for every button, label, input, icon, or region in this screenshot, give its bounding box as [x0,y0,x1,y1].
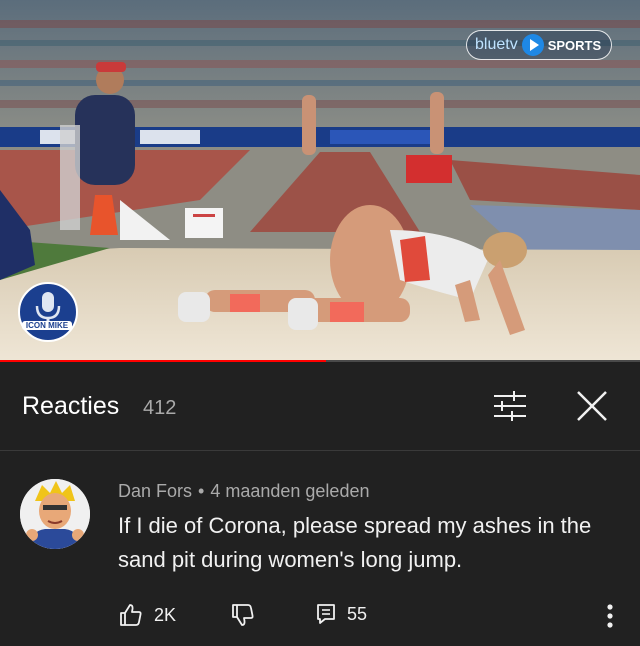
video-player[interactable]: bluetv SPORTS ICON MIKE [0,0,640,362]
broadcaster-watermark: bluetv SPORTS [466,30,613,60]
avatar[interactable] [20,479,90,549]
comments-title: Reacties [22,392,120,420]
channel-logo [18,282,78,342]
microphone-icon [35,292,61,324]
meta-separator: • [198,481,205,501]
reply-count: 55 [347,603,368,624]
watermark-brand: bluetv [475,36,518,53]
close-icon [577,391,607,421]
comments-count: 412 [143,397,177,419]
dislike-button[interactable] [230,602,256,628]
thumb-down-icon [232,604,254,626]
comment-meta: Dan Fors • 4 maanden geleden [118,481,369,502]
video-progress-fill [0,360,327,362]
thumb-up-icon [120,604,142,626]
like-button[interactable]: 2K [118,602,176,628]
channel-logo-text: ICON MIKE [22,321,72,330]
comment-text: If I die of Corona, please spread my ash… [118,513,592,572]
more-vert-icon [607,604,613,628]
video-progress-bar[interactable] [0,360,640,362]
like-count: 2K [154,604,177,625]
reply-icon [317,604,335,624]
play-circle-icon [521,34,544,56]
close-button[interactable] [570,384,614,428]
comment-author[interactable]: Dan Fors [118,481,192,501]
reply-button[interactable]: 55 [315,602,367,626]
comment-actions: 2K 55 [0,596,640,636]
more-options-button[interactable] [598,600,622,632]
comments-header: Reacties 412 [0,364,640,451]
sliders-icon [494,391,526,421]
cartoon-avatar-icon [20,479,90,549]
comment-item: Dan Fors • 4 maanden geleden If I die of C… [0,451,640,646]
sort-button[interactable] [488,386,532,426]
comment-timestamp: 4 maanden geleden [210,481,370,501]
watermark-sports: SPORTS [547,37,602,53]
